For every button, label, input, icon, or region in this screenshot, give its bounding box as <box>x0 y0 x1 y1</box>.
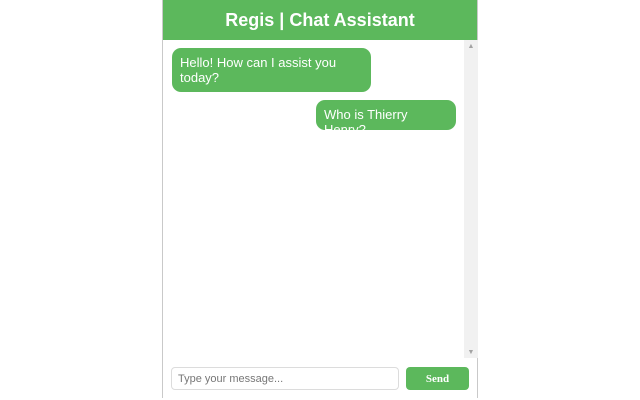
chat-title: Regis | Chat Assistant <box>225 9 415 30</box>
send-button[interactable]: Send <box>406 367 469 390</box>
message-input[interactable] <box>171 367 399 390</box>
chat-window: Regis | Chat Assistant Hello! How can I … <box>162 0 478 398</box>
message-composer: Send <box>163 358 477 398</box>
message-list[interactable]: Hello! How can I assist you today? Who i… <box>163 40 464 358</box>
scroll-down-arrow-icon[interactable]: ▼ <box>464 346 478 358</box>
message-list-scrollbar[interactable]: ▲ ▼ <box>464 40 478 358</box>
user-message-bubble: Who is Thierry Henry? <box>316 100 456 137</box>
scroll-up-arrow-icon[interactable]: ▲ <box>464 40 478 52</box>
assistant-message-bubble: Hello! How can I assist you today? <box>172 48 371 92</box>
chat-header: Regis | Chat Assistant <box>163 0 477 40</box>
